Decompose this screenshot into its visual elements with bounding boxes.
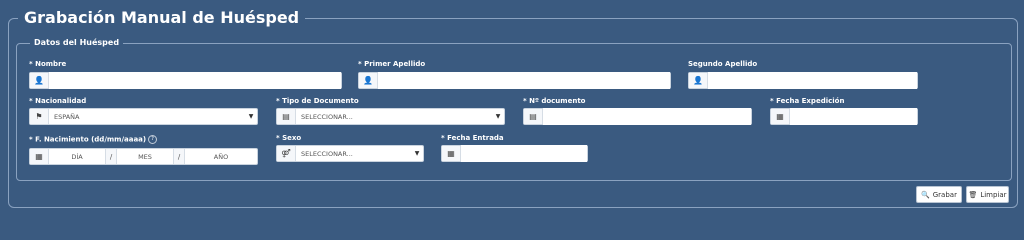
user-icon: 👤: [359, 73, 378, 88]
tipo-documento-value: SELECCIONAR...: [301, 112, 353, 121]
sexo-value: SELECCIONAR...: [301, 149, 353, 158]
fecha-expedicion-label: * Fecha Expedición: [770, 97, 845, 105]
fecha-expedicion-field[interactable]: ▦: [770, 108, 918, 125]
segundo-apellido-input[interactable]: [708, 72, 917, 89]
primer-apellido-field[interactable]: 👤: [358, 72, 671, 89]
trash-icon: 🗑: [968, 190, 978, 199]
chevron-down-icon: ▼: [248, 113, 254, 120]
chevron-down-icon: ▼: [414, 150, 420, 157]
calendar-icon: ▦: [771, 109, 790, 124]
nacionalidad-value: ESPAÑA: [54, 112, 80, 121]
nacionalidad-select[interactable]: ⚑ ESPAÑA ▼: [29, 108, 258, 125]
limpiar-button[interactable]: 🗑 Limpiar: [966, 186, 1009, 203]
nombre-field[interactable]: 👤: [29, 72, 342, 89]
flag-icon: ⚑: [30, 109, 49, 124]
gender-icon: ⚤: [277, 146, 296, 161]
fecha-nacimiento-label-text: * F. Nacimiento (dd/mm/aaaa): [29, 135, 147, 144]
id-card-icon: ▤: [524, 109, 543, 124]
tipo-documento-select[interactable]: ▤ SELECCIONAR... ▼: [276, 108, 505, 125]
sexo-select[interactable]: ⚤ SELECCIONAR... ▼: [276, 145, 424, 162]
nombre-label: * Nombre: [29, 60, 67, 68]
id-card-icon: ▤: [277, 109, 296, 124]
dia-input[interactable]: DÍA: [49, 149, 105, 164]
fecha-nacimiento-field[interactable]: ▦ DÍA / MES / AÑO: [29, 148, 258, 165]
fecha-nacimiento-label: * F. Nacimiento (dd/mm/aaaa)?: [29, 135, 158, 144]
page-title: Grabación Manual de Huésped: [18, 8, 306, 27]
chevron-down-icon: ▼: [495, 113, 501, 120]
n-documento-label: * Nº documento: [523, 97, 586, 105]
user-icon: 👤: [30, 73, 49, 88]
n-documento-input[interactable]: [543, 108, 751, 125]
tipo-documento-label: * Tipo de Documento: [276, 97, 359, 105]
calendar-icon: ▦: [442, 146, 461, 161]
segundo-apellido-field[interactable]: 👤: [688, 72, 918, 89]
limpiar-button-label: Limpiar: [980, 190, 1007, 199]
primer-apellido-input[interactable]: [378, 72, 670, 89]
search-icon: 🔍: [921, 190, 930, 199]
fecha-entrada-label: * Fecha Entrada: [441, 134, 504, 142]
fecha-entrada-input[interactable]: [461, 145, 587, 162]
segundo-apellido-label: Segundo Apellido: [688, 60, 758, 68]
fecha-entrada-field[interactable]: ▦: [441, 145, 588, 162]
help-icon[interactable]: ?: [148, 135, 158, 144]
user-icon: 👤: [689, 73, 708, 88]
section-title: Datos del Huésped: [30, 38, 124, 47]
sexo-label: * Sexo: [276, 134, 302, 142]
nombre-input[interactable]: [49, 72, 341, 89]
fecha-expedicion-input[interactable]: [790, 108, 917, 125]
primer-apellido-label: * Primer Apellido: [358, 60, 426, 68]
calendar-icon: ▦: [30, 149, 49, 164]
grabar-button[interactable]: 🔍 Grabar: [916, 186, 962, 203]
n-documento-field[interactable]: ▤: [523, 108, 752, 125]
grabar-button-label: Grabar: [932, 190, 957, 199]
date-separator: /: [173, 149, 185, 164]
date-separator: /: [105, 149, 117, 164]
anio-input[interactable]: AÑO: [185, 149, 257, 164]
nacionalidad-label: * Nacionalidad: [29, 97, 87, 105]
mes-input[interactable]: MES: [117, 149, 173, 164]
